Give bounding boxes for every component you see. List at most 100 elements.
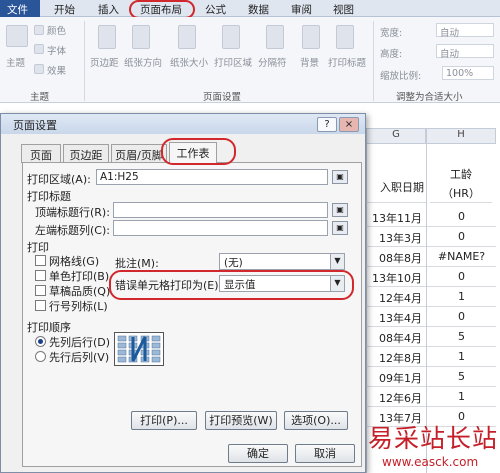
width-select[interactable]: 自动 <box>436 23 494 39</box>
print-area-button[interactable]: 打印区域 <box>214 55 252 69</box>
cell-seniority[interactable]: #NAME? <box>427 247 496 267</box>
tab-view[interactable]: 视图 <box>333 2 354 17</box>
print-titles-label: 打印标题 <box>27 190 71 203</box>
cell-hire-date[interactable]: 09年1月 <box>362 367 426 387</box>
cell-hire-date[interactable]: 08年8月 <box>362 247 426 267</box>
orientation-icon[interactable] <box>132 25 150 49</box>
tab-page[interactable]: 页面 <box>21 144 61 163</box>
draft-label: 草稿品质(Q) <box>49 285 111 298</box>
cell-seniority[interactable]: 0 <box>427 307 496 327</box>
scale-input[interactable]: 100% <box>442 66 494 80</box>
background-button[interactable]: 背景 <box>300 55 319 69</box>
ribbon: 主题 颜色 字体 效果 主题 页边距 纸张方向 纸张大小 打印区域 分隔符 背景… <box>0 17 500 103</box>
tab-formulas[interactable]: 公式 <box>205 2 226 17</box>
cell-hire-date[interactable]: 12年6月 <box>362 387 426 407</box>
fonts-button[interactable]: 字体 <box>47 43 66 57</box>
comments-select[interactable]: (无) ▼ <box>219 253 345 270</box>
header-cell-hire-date: 入职日期 <box>362 179 426 203</box>
colors-icon[interactable] <box>34 25 44 35</box>
background-icon[interactable] <box>302 25 320 49</box>
size-button[interactable]: 纸张大小 <box>170 55 208 69</box>
print-titles-button[interactable]: 打印标题 <box>328 55 366 69</box>
tab-margins[interactable]: 页边距 <box>63 144 109 163</box>
left-cols-input[interactable] <box>113 220 328 236</box>
scale-label: 缩放比例: <box>380 71 422 82</box>
highlight-errors-row <box>109 270 354 300</box>
cell-seniority[interactable]: 5 <box>427 327 496 347</box>
height-select[interactable]: 自动 <box>436 44 494 60</box>
cell-seniority[interactable]: 1 <box>427 347 496 367</box>
effects-icon[interactable] <box>34 64 44 74</box>
top-rows-input[interactable] <box>113 202 328 218</box>
print-section-label: 打印 <box>27 241 49 254</box>
cell-seniority[interactable]: 0 <box>427 207 496 227</box>
width-label: 宽度: <box>380 28 403 39</box>
chevron-down-icon[interactable]: ▼ <box>330 254 344 269</box>
cell-hire-date[interactable]: 13年4月 <box>362 307 426 327</box>
down-then-over-label: 先列后行(D) <box>49 336 111 349</box>
tab-header-footer[interactable]: 页眉/页脚 <box>111 144 167 163</box>
row-col-headers-checkbox[interactable] <box>35 300 46 311</box>
cell-hire-date[interactable]: 13年3月 <box>362 227 426 247</box>
fonts-icon[interactable] <box>34 44 44 54</box>
cell-seniority[interactable]: 5 <box>427 367 496 387</box>
options-button[interactable]: 选项(O)... <box>284 411 348 430</box>
draft-checkbox[interactable] <box>35 285 46 296</box>
over-then-down-label: 先行后列(V) <box>49 351 110 364</box>
collapse-dialog-icon[interactable]: ▣ <box>332 221 348 235</box>
effects-button[interactable]: 效果 <box>47 63 66 77</box>
size-icon[interactable] <box>178 25 196 49</box>
margins-icon[interactable] <box>98 25 116 49</box>
print-area-input[interactable]: A1:H25 <box>96 169 328 185</box>
close-button[interactable]: × <box>339 117 359 132</box>
cell-hire-date[interactable]: 13年11月 <box>362 207 426 227</box>
cell-seniority[interactable]: 0 <box>427 227 496 247</box>
top-rows-label: 顶端标题行(R): <box>35 206 110 219</box>
themes-button-label[interactable]: 主题 <box>6 55 25 69</box>
tab-review[interactable]: 审阅 <box>291 2 312 17</box>
orientation-button[interactable]: 纸张方向 <box>124 55 162 69</box>
ok-button[interactable]: 确定 <box>228 444 288 463</box>
margins-button[interactable]: 页边距 <box>90 55 119 69</box>
print-area-label: 打印区域(A): <box>27 173 91 186</box>
cell-seniority[interactable]: 1 <box>427 287 496 307</box>
highlight-sheet-tab <box>161 138 236 165</box>
group-divider <box>84 21 85 101</box>
dialog-title-bar: 页面设置 <box>1 114 365 134</box>
themes-icon[interactable] <box>6 25 28 47</box>
help-button[interactable]: ? <box>317 117 337 132</box>
colors-button[interactable]: 颜色 <box>47 23 66 37</box>
print-order-label: 打印顺序 <box>27 321 71 334</box>
tab-file[interactable]: 文件 <box>0 0 40 17</box>
cell-hire-date[interactable]: 12年4月 <box>362 287 426 307</box>
cell-hire-date[interactable]: 12年8月 <box>362 347 426 367</box>
header-cell-seniority: 工龄 <box>450 168 472 181</box>
cancel-button[interactable]: 取消 <box>295 444 355 463</box>
dialog-title: 页面设置 <box>13 119 57 132</box>
tab-insert[interactable]: 插入 <box>98 2 119 17</box>
tab-data[interactable]: 数据 <box>248 2 269 17</box>
breaks-button[interactable]: 分隔符 <box>258 55 287 69</box>
gridlines-label: 网格线(G) <box>49 255 100 268</box>
print-area-icon[interactable] <box>222 25 240 49</box>
column-header-g[interactable]: G <box>366 128 426 144</box>
tab-home[interactable]: 开始 <box>54 2 75 17</box>
breaks-icon[interactable] <box>266 25 284 49</box>
print-button[interactable]: 打印(P)... <box>131 411 197 430</box>
cell-hire-date[interactable]: 13年10月 <box>362 267 426 287</box>
collapse-dialog-icon[interactable]: ▣ <box>332 170 348 184</box>
down-then-over-radio[interactable] <box>35 336 46 347</box>
scale-group-label: 调整为合适大小 <box>396 92 463 103</box>
collapse-dialog-icon[interactable]: ▣ <box>332 203 348 217</box>
over-then-down-radio[interactable] <box>35 351 46 362</box>
cell-hire-date[interactable]: 08年4月 <box>362 327 426 347</box>
cell-seniority[interactable]: 0 <box>427 267 496 287</box>
mono-checkbox[interactable] <box>35 270 46 281</box>
print-order-preview-icon <box>114 332 164 366</box>
column-header-h[interactable]: H <box>426 128 496 144</box>
print-titles-icon[interactable] <box>336 25 354 49</box>
print-preview-button[interactable]: 打印预览(W) <box>205 411 277 430</box>
row-col-headers-label: 行号列标(L) <box>49 300 108 313</box>
gridlines-checkbox[interactable] <box>35 255 46 266</box>
cell-seniority[interactable]: 1 <box>427 387 496 407</box>
